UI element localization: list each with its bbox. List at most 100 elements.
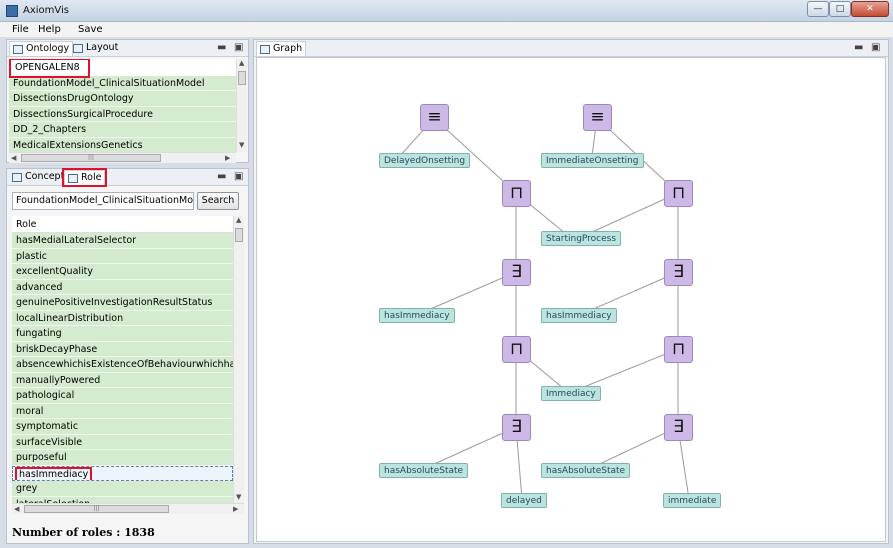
- concept-node[interactable]: DelayedOnsetting: [379, 153, 471, 168]
- graph-canvas[interactable]: ≡ ≡ ⊓ ⊓ ∃ ∃ ⊓ ⊓ ∃ ∃ DelayedOnsetting Imm…: [256, 57, 886, 542]
- tab-ontology[interactable]: Ontology: [9, 41, 74, 56]
- role-node[interactable]: hasImmediacy: [541, 308, 617, 323]
- tab-concept[interactable]: Concept: [9, 170, 67, 185]
- pane-minimize-icon[interactable]: ▬: [217, 42, 226, 53]
- scroll-right-icon[interactable]: ▶: [233, 505, 238, 513]
- selected-role-label: hasImmediacy: [14, 466, 93, 481]
- ontology-horizontal-scrollbar[interactable]: ◀ ||| ▶: [9, 152, 236, 163]
- list-item[interactable]: excellentQuality: [12, 264, 233, 280]
- list-item[interactable]: DissectionsSurgicalProcedure: [9, 106, 236, 122]
- scroll-down-icon[interactable]: ▼: [236, 493, 241, 501]
- maximize-button[interactable]: □: [829, 1, 851, 17]
- graph-tabstrip: Graph ▬ ▣: [254, 40, 888, 57]
- search-button[interactable]: Search: [197, 192, 239, 210]
- individual-node[interactable]: delayed: [501, 493, 547, 508]
- minimize-button[interactable]: —: [807, 1, 829, 17]
- scroll-left-icon[interactable]: ◀: [14, 505, 19, 513]
- tab-graph-label: Graph: [273, 43, 303, 54]
- pane-minimize-icon[interactable]: ▬: [217, 171, 226, 182]
- role-horizontal-scrollbar[interactable]: ◀ ||| ▶: [12, 503, 244, 514]
- title-bar: AxiomVis — □ ✕: [0, 0, 893, 22]
- role-node[interactable]: hasImmediacy: [379, 308, 455, 323]
- list-item[interactable]: moral: [12, 403, 233, 419]
- scroll-up-icon[interactable]: ▲: [236, 216, 241, 224]
- list-item[interactable]: DissectionsDrugOntology: [9, 91, 236, 107]
- list-item[interactable]: pathological: [12, 388, 233, 404]
- role-pane: Concept Role ▬ ▣ FoundationModel_Clinica…: [6, 168, 249, 544]
- role-node[interactable]: hasAbsoluteState: [541, 463, 631, 478]
- role-search-input[interactable]: FoundationModel_ClinicalSituationModel: [12, 192, 194, 210]
- ontology-pane: Ontology Layout ▬ ▣ OPENGALEN8 Foundatio…: [6, 39, 249, 163]
- tab-layout[interactable]: Layout: [70, 41, 121, 56]
- list-item[interactable]: FoundationModel_ClinicalSituationModel: [9, 75, 236, 91]
- scroll-thumb[interactable]: |||: [24, 505, 169, 513]
- list-item[interactable]: hasMedialLateralSelector: [12, 233, 233, 249]
- intersection-node-icon[interactable]: ⊓: [502, 336, 531, 363]
- tab-concept-label: Concept: [25, 171, 65, 182]
- intersection-node-icon[interactable]: ⊓: [664, 336, 693, 363]
- close-button[interactable]: ✕: [851, 1, 889, 17]
- role-vertical-scrollbar[interactable]: ▲ ▼: [233, 216, 244, 503]
- menu-file[interactable]: File: [12, 24, 29, 35]
- intersection-node-icon[interactable]: ⊓: [502, 180, 531, 207]
- individual-node[interactable]: immediate: [663, 493, 722, 508]
- tab-ontology-label: Ontology: [26, 43, 70, 54]
- role-node[interactable]: hasAbsoluteState: [379, 463, 469, 478]
- equivalence-node-icon[interactable]: ≡: [420, 104, 449, 131]
- role-tabstrip: Concept Role ▬ ▣: [7, 168, 248, 187]
- list-item[interactable]: absencewhichisExistenceOfBehaviourwhichh…: [12, 357, 233, 373]
- ontology-tabstrip: Ontology Layout ▬ ▣: [7, 40, 248, 57]
- list-item[interactable]: purposeful: [12, 450, 233, 466]
- list-item[interactable]: localLinearDistribution: [12, 310, 233, 326]
- scroll-thumb[interactable]: [238, 71, 246, 85]
- existential-node-icon[interactable]: ∃: [502, 259, 531, 286]
- list-item[interactable]: briskDecayPhase: [12, 341, 233, 357]
- tab-layout-label: Layout: [86, 42, 119, 53]
- concept-node[interactable]: StartingProcess: [541, 231, 622, 246]
- scroll-thumb[interactable]: [235, 228, 243, 242]
- equivalence-node-icon[interactable]: ≡: [583, 104, 612, 131]
- pane-minimize-icon[interactable]: ▬: [854, 42, 863, 53]
- tab-role-label: Role: [81, 172, 102, 183]
- menu-help[interactable]: Help: [38, 24, 61, 35]
- ontology-list: OPENGALEN8 FoundationModel_ClinicalSitua…: [9, 59, 236, 152]
- list-item[interactable]: DD_2_Chapters: [9, 122, 236, 138]
- list-item-selected[interactable]: hasImmediacy: [12, 465, 233, 481]
- scroll-thumb[interactable]: |||: [21, 154, 161, 162]
- window-title: AxiomVis: [23, 5, 70, 16]
- tab-icon: [260, 45, 270, 54]
- tab-icon: [68, 174, 78, 183]
- existential-node-icon[interactable]: ∃: [502, 414, 531, 441]
- pane-restore-icon[interactable]: ▣: [234, 171, 243, 182]
- ontology-selected-item[interactable]: OPENGALEN8: [9, 59, 90, 78]
- list-item[interactable]: advanced: [12, 279, 233, 295]
- ontology-vertical-scrollbar[interactable]: ▲ ▼: [236, 59, 247, 152]
- list-item[interactable]: manuallyPowered: [12, 372, 233, 388]
- role-list: hasMedialLateralSelector plastic excelle…: [12, 233, 233, 503]
- existential-node-icon[interactable]: ∃: [664, 414, 693, 441]
- list-item[interactable]: fungating: [12, 326, 233, 342]
- menu-save[interactable]: Save: [78, 24, 103, 35]
- tab-role[interactable]: Role: [61, 168, 108, 187]
- intersection-node-icon[interactable]: ⊓: [664, 180, 693, 207]
- list-item[interactable]: genuinePositiveInvestigationResultStatus: [12, 295, 233, 311]
- scroll-right-icon[interactable]: ▶: [225, 154, 230, 162]
- role-column-header[interactable]: Role: [12, 216, 233, 233]
- tab-graph[interactable]: Graph: [256, 41, 307, 56]
- pane-restore-icon[interactable]: ▣: [234, 42, 243, 53]
- list-item[interactable]: MedicalExtensionsGenetics: [9, 137, 236, 152]
- scroll-down-icon[interactable]: ▼: [239, 141, 244, 149]
- list-item[interactable]: grey: [12, 481, 233, 497]
- list-item[interactable]: plastic: [12, 248, 233, 264]
- list-item[interactable]: symptomatic: [12, 419, 233, 435]
- existential-node-icon[interactable]: ∃: [664, 259, 693, 286]
- tab-icon: [12, 173, 22, 182]
- pane-restore-icon[interactable]: ▣: [871, 42, 880, 53]
- scroll-up-icon[interactable]: ▲: [239, 59, 244, 67]
- menu-bar: File Help Save: [0, 22, 893, 38]
- scroll-left-icon[interactable]: ◀: [11, 154, 16, 162]
- list-item[interactable]: surfaceVisible: [12, 434, 233, 450]
- concept-node[interactable]: Immediacy: [541, 386, 601, 401]
- tab-icon: [73, 44, 83, 53]
- concept-node[interactable]: ImmediateOnsetting: [541, 153, 644, 168]
